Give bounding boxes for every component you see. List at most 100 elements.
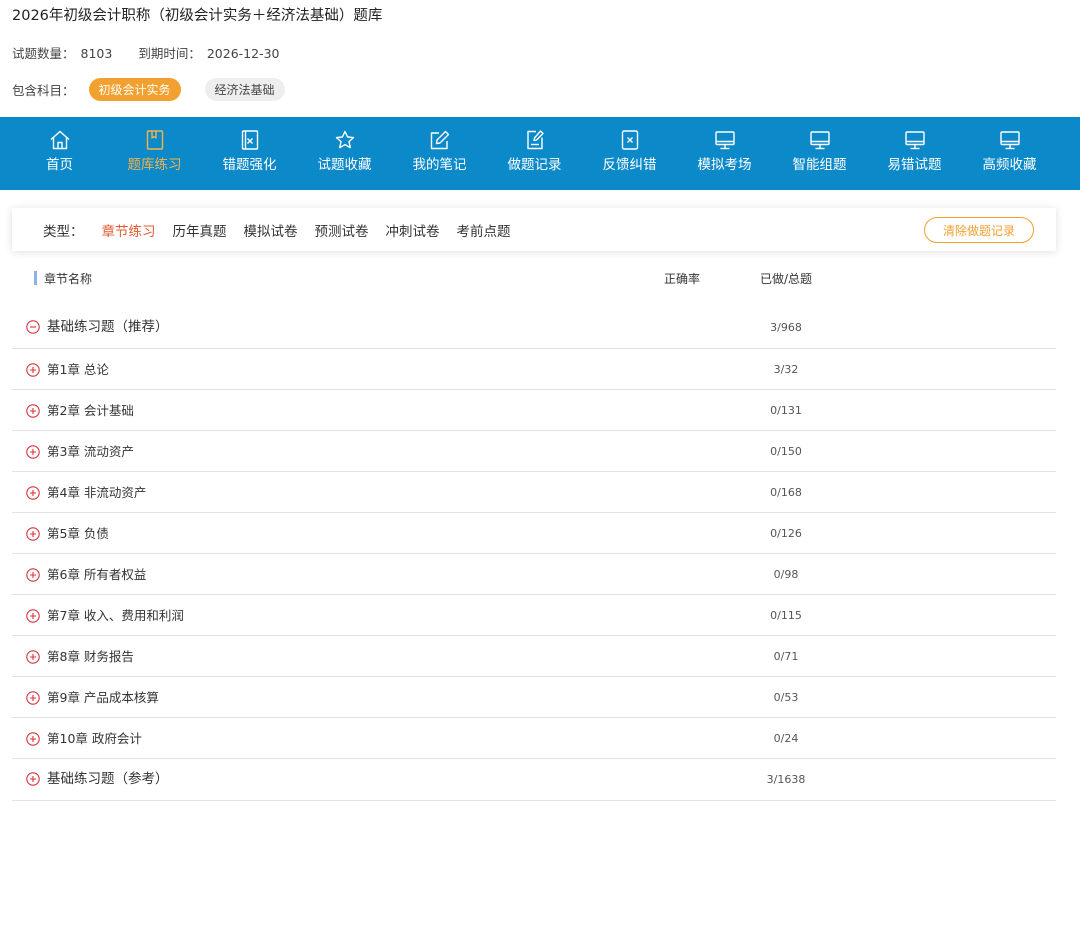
chapter-progress-text: 0/24 (773, 732, 799, 745)
nav-smart-compose[interactable]: 智能组题 (772, 117, 867, 190)
nav-home-label: 首页 (46, 157, 73, 173)
chapter-progress-text: 0/53 (773, 691, 799, 704)
nav-notes-label: 我的笔记 (412, 157, 467, 173)
type-pre-exam-points[interactable]: 考前点题 (457, 220, 511, 240)
nav-error-prone-label: 易错试题 (887, 157, 942, 173)
nav-wrong-questions[interactable]: 错题强化 (202, 117, 297, 190)
expand-icon[interactable] (26, 527, 40, 541)
question-count: 试题数量： 8103 (12, 45, 112, 63)
chapter-progress-text: 0/98 (773, 568, 799, 581)
nav-high-frequency[interactable]: 高频收藏 (962, 117, 1057, 190)
expand-icon[interactable] (26, 445, 40, 459)
monitor-icon (808, 128, 832, 152)
chapter-name[interactable]: 第2章 会计基础 (47, 402, 134, 420)
subject-pill-law[interactable]: 经济法基础 (204, 77, 285, 101)
nav-question-bank[interactable]: 题库练习 (107, 117, 202, 190)
chapter-row[interactable]: 第5章 负债 0/126 (12, 513, 1056, 554)
chapter-row[interactable]: 第9章 产品成本核算 0/53 (12, 677, 1056, 718)
chapter-progress-text: 0/71 (773, 650, 799, 663)
monitor-icon (903, 128, 927, 152)
chapter-name[interactable]: 第7章 收入、费用和利润 (47, 607, 184, 625)
expire-date-label: 到期时间： (138, 46, 201, 61)
chapter-row[interactable]: 第7章 收入、费用和利润 0/115 (12, 595, 1056, 636)
chapter-progress-text: 3/1638 (766, 773, 806, 786)
nav-favorites[interactable]: 试题收藏 (297, 117, 392, 190)
expire-date: 到期时间： 2026-12-30 (138, 45, 279, 63)
nav-high-frequency-label: 高频收藏 (982, 157, 1037, 173)
meta-info: 试题数量： 8103 到期时间： 2026-12-30 (12, 45, 280, 63)
expand-icon[interactable] (26, 732, 40, 746)
chapter-name[interactable]: 第8章 财务报告 (47, 648, 134, 666)
chapter-row[interactable]: 第10章 政府会计 0/24 (12, 718, 1056, 759)
chapter-group-row[interactable]: 基础练习题（推荐） 3/968 (12, 307, 1056, 349)
chapter-name[interactable]: 第1章 总论 (47, 361, 109, 379)
chapter-row[interactable]: 第2章 会计基础 0/131 (12, 390, 1056, 431)
expand-icon[interactable] (26, 363, 40, 377)
nav-error-prone[interactable]: 易错试题 (867, 117, 962, 190)
table-header: 章节名称 正确率 已做/总题 (34, 270, 1034, 286)
type-label: 类型： (43, 223, 84, 240)
type-chapter-practice[interactable]: 章节练习 (102, 220, 156, 240)
chapter-progress-text: 3/968 (770, 321, 802, 334)
nav-home[interactable]: 首页 (12, 117, 107, 190)
chapter-name[interactable]: 第4章 非流动资产 (47, 484, 146, 502)
nav-feedback[interactable]: 反馈纠错 (582, 117, 677, 190)
chapter-row[interactable]: 第6章 所有者权益 0/98 (12, 554, 1056, 595)
home-icon (48, 128, 72, 152)
chapter-progress-text: 0/168 (770, 486, 802, 499)
edit-icon (428, 128, 452, 152)
chapter-row[interactable]: 第3章 流动资产 0/150 (12, 431, 1056, 472)
chapter-progress-text: 0/115 (770, 609, 802, 622)
chapter-row[interactable]: 第4章 非流动资产 0/168 (12, 472, 1056, 513)
chapter-name[interactable]: 第3章 流动资产 (47, 443, 134, 461)
chapter-name[interactable]: 基础练习题（推荐） (47, 317, 169, 337)
collapse-icon[interactable] (26, 320, 40, 334)
chapter-name[interactable]: 第5章 负债 (47, 525, 109, 543)
chapter-group-row[interactable]: 基础练习题（参考） 3/1638 (12, 759, 1056, 801)
type-past-exams[interactable]: 历年真题 (173, 220, 227, 240)
expand-icon[interactable] (26, 609, 40, 623)
nav-question-bank-label: 题库练习 (127, 157, 182, 173)
type-prediction-papers[interactable]: 预测试卷 (315, 220, 369, 240)
col-chapter-name: 章节名称 (44, 272, 93, 286)
chapter-name[interactable]: 第10章 政府会计 (47, 730, 142, 748)
expand-icon[interactable] (26, 691, 40, 705)
book-icon (143, 128, 167, 152)
header-accent-bar (34, 271, 37, 285)
chapter-list: 基础练习题（推荐） 3/968 第1章 总论 3/32 第2章 会计基础 0/1… (12, 307, 1056, 801)
expand-icon[interactable] (26, 486, 40, 500)
feedback-icon (618, 128, 642, 152)
nav-smart-compose-label: 智能组题 (792, 157, 847, 173)
star-icon (333, 128, 357, 152)
nav-records-label: 做题记录 (507, 157, 562, 173)
chapter-progress-text: 0/150 (770, 445, 802, 458)
nav-wrong-questions-label: 错题强化 (222, 157, 277, 173)
question-count-value: 8103 (80, 46, 113, 61)
wrong-doc-icon (238, 128, 262, 152)
chapter-name[interactable]: 第6章 所有者权益 (47, 566, 146, 584)
subjects-row: 包含科目： 初级会计实务 经济法基础 (12, 77, 309, 101)
expand-icon[interactable] (26, 404, 40, 418)
subjects-label: 包含科目： (12, 82, 75, 98)
expand-icon[interactable] (26, 650, 40, 664)
expand-icon[interactable] (26, 568, 40, 582)
expand-icon[interactable] (26, 772, 40, 786)
clear-records-button[interactable]: 清除做题记录 (924, 217, 1034, 243)
chapter-row[interactable]: 第8章 财务报告 0/71 (12, 636, 1056, 677)
nav-feedback-label: 反馈纠错 (602, 157, 657, 173)
expire-date-value: 2026-12-30 (206, 46, 280, 61)
question-count-label: 试题数量： (12, 46, 75, 61)
chapter-row[interactable]: 第1章 总论 3/32 (12, 349, 1056, 390)
subject-pill-accounting[interactable]: 初级会计实务 (88, 77, 181, 101)
chapter-progress-text: 0/126 (770, 527, 802, 540)
type-mock-papers[interactable]: 模拟试卷 (244, 220, 298, 240)
type-sprint-papers[interactable]: 冲刺试卷 (386, 220, 440, 240)
chapter-name[interactable]: 第9章 产品成本核算 (47, 689, 159, 707)
nav-notes[interactable]: 我的笔记 (392, 117, 487, 190)
col-progress: 已做/总题 (760, 272, 813, 286)
nav-records[interactable]: 做题记录 (487, 117, 582, 190)
page-title: 2026年初级会计职称（初级会计实务＋经济法基础）题库 (12, 8, 383, 24)
nav-mock-exam-label: 模拟考场 (697, 157, 752, 173)
chapter-name[interactable]: 基础练习题（参考） (47, 769, 169, 789)
nav-mock-exam[interactable]: 模拟考场 (677, 117, 772, 190)
